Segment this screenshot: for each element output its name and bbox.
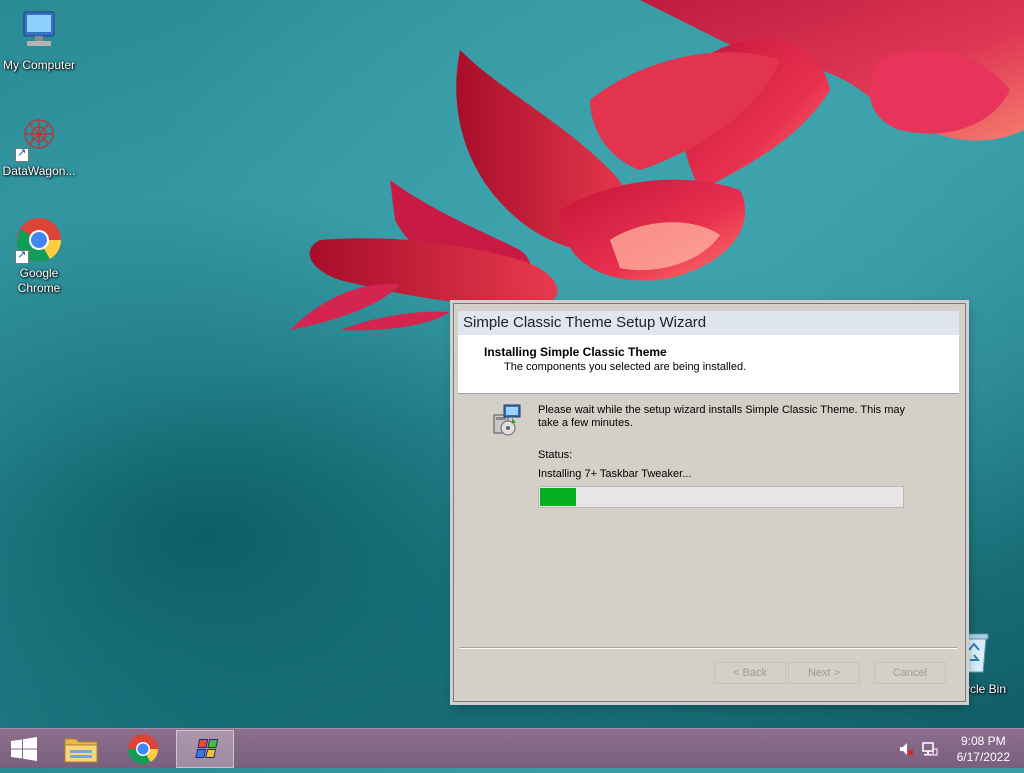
- setup-installer-icon: [493, 404, 521, 436]
- shortcut-arrow-icon: [15, 248, 29, 264]
- desktop-icon-label: ycle Bin: [964, 682, 1007, 696]
- desktop-icon-label: My Computer: [2, 58, 76, 72]
- folder-icon: [64, 738, 98, 763]
- cancel-button[interactable]: Cancel: [874, 662, 946, 684]
- desktop-icon-label: DataWagon...: [2, 164, 76, 178]
- chrome-icon: [128, 734, 158, 765]
- status-text: Installing 7+ Taskbar Tweaker...: [538, 468, 692, 480]
- progress-fill: [540, 488, 577, 506]
- windows-logo-icon: [11, 737, 37, 761]
- dialog-titlebar[interactable]: Simple Classic Theme Setup Wizard: [458, 311, 959, 335]
- wizard-header: Installing Simple Classic Theme The comp…: [458, 335, 959, 394]
- status-label: Status:: [538, 449, 573, 461]
- back-button[interactable]: < Back: [714, 662, 786, 684]
- computer-icon: [23, 11, 55, 46]
- shortcut-arrow-icon: [15, 146, 29, 162]
- wizard-description: Please wait while the setup wizard insta…: [538, 404, 906, 429]
- system-clock[interactable]: 9:08 PM 6/17/2022: [957, 733, 1010, 765]
- desktop-icon-google-chrome[interactable]: Google Chrome: [0, 216, 78, 296]
- taskbar-file-explorer[interactable]: [58, 730, 104, 768]
- setup-window-icon: [195, 739, 219, 758]
- wizard-header-title: Installing Simple Classic Theme: [484, 345, 667, 359]
- clock-time: 9:08 PM: [960, 734, 1006, 748]
- network-icon[interactable]: [922, 741, 938, 757]
- desktop: My Computer DataWagon...: [0, 0, 1024, 728]
- button-separator: [460, 647, 957, 649]
- wizard-header-subtitle: The components you selected are being in…: [504, 361, 747, 373]
- volume-muted-icon[interactable]: [898, 741, 914, 757]
- install-progress-bar: [538, 486, 904, 508]
- taskbar-chrome[interactable]: [120, 730, 166, 768]
- clock-date: 6/17/2022: [956, 750, 1010, 764]
- start-button[interactable]: [0, 730, 48, 768]
- desktop-icon-my-computer[interactable]: My Computer: [0, 8, 78, 73]
- desktop-icon-label: Google Chrome: [17, 266, 61, 295]
- taskbar: 9:08 PM 6/17/2022: [0, 728, 1024, 768]
- taskbar-setup-wizard[interactable]: [176, 730, 234, 768]
- dialog-title: Simple Classic Theme Setup Wizard: [463, 314, 707, 331]
- next-button[interactable]: Next >: [788, 662, 860, 684]
- setup-wizard-dialog: Simple Classic Theme Setup Wizard Instal…: [453, 303, 966, 702]
- desktop-icon-datawagon[interactable]: DataWagon...: [0, 114, 78, 179]
